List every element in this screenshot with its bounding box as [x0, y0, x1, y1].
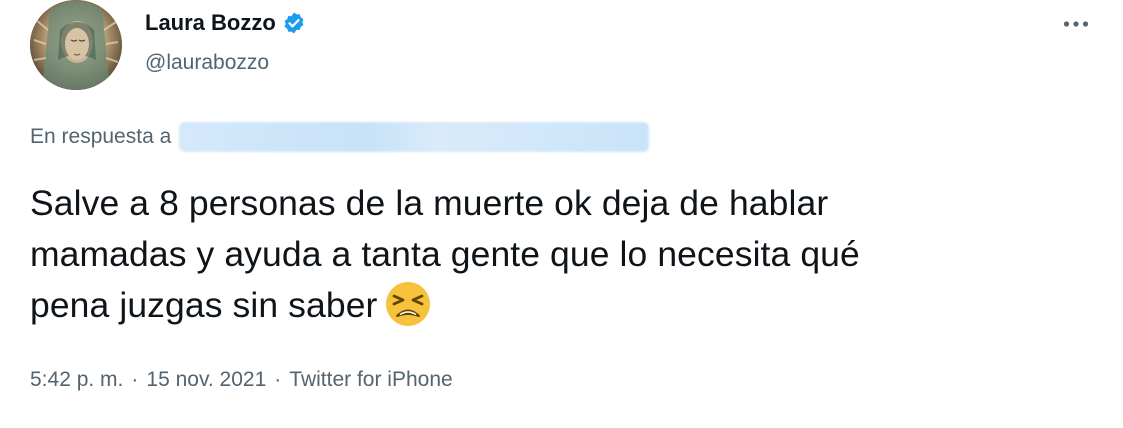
tired-face-emoji-icon	[385, 281, 431, 327]
meta-separator: ·	[274, 368, 282, 391]
redacted-reply-target[interactable]	[179, 122, 650, 152]
tweet-text-line-1: Salve a 8 personas de la muerte ok deja …	[30, 183, 829, 223]
meta-separator: ·	[131, 368, 139, 391]
tweet-source-link[interactable]: Twitter for iPhone	[289, 368, 452, 392]
tweet-metadata: 5:42 p. m. · 15 nov. 2021 · Twitter for …	[30, 368, 453, 392]
tweet-card: Laura Bozzo @laurabozzo En respuesta a S…	[0, 0, 1123, 428]
tweet-text-line-2: mamadas y ayuda a tanta gente que lo nec…	[30, 234, 860, 274]
author-block: Laura Bozzo @laurabozzo	[145, 8, 306, 76]
more-options-icon	[1063, 21, 1089, 27]
tweet-date-link[interactable]: 15 nov. 2021	[146, 368, 266, 392]
author-name-row: Laura Bozzo	[145, 8, 306, 38]
tweet-time-link[interactable]: 5:42 p. m.	[30, 368, 123, 392]
verified-badge-icon	[282, 11, 306, 35]
author-handle[interactable]: @laurabozzo	[145, 50, 306, 76]
avatar-image	[30, 0, 122, 90]
reply-label: En respuesta a	[30, 125, 172, 148]
tweet-text-line-3: pena juzgas sin saber	[30, 285, 378, 325]
tweet-text: Salve a 8 personas de la muerte ok deja …	[30, 178, 1090, 331]
author-display-name[interactable]: Laura Bozzo	[145, 9, 276, 37]
author-avatar[interactable]	[30, 0, 122, 90]
tweet-text-line-3-wrapper: pena juzgas sin saber	[30, 280, 1090, 331]
more-options-button[interactable]	[1056, 4, 1096, 44]
reply-context: En respuesta a	[30, 122, 650, 152]
